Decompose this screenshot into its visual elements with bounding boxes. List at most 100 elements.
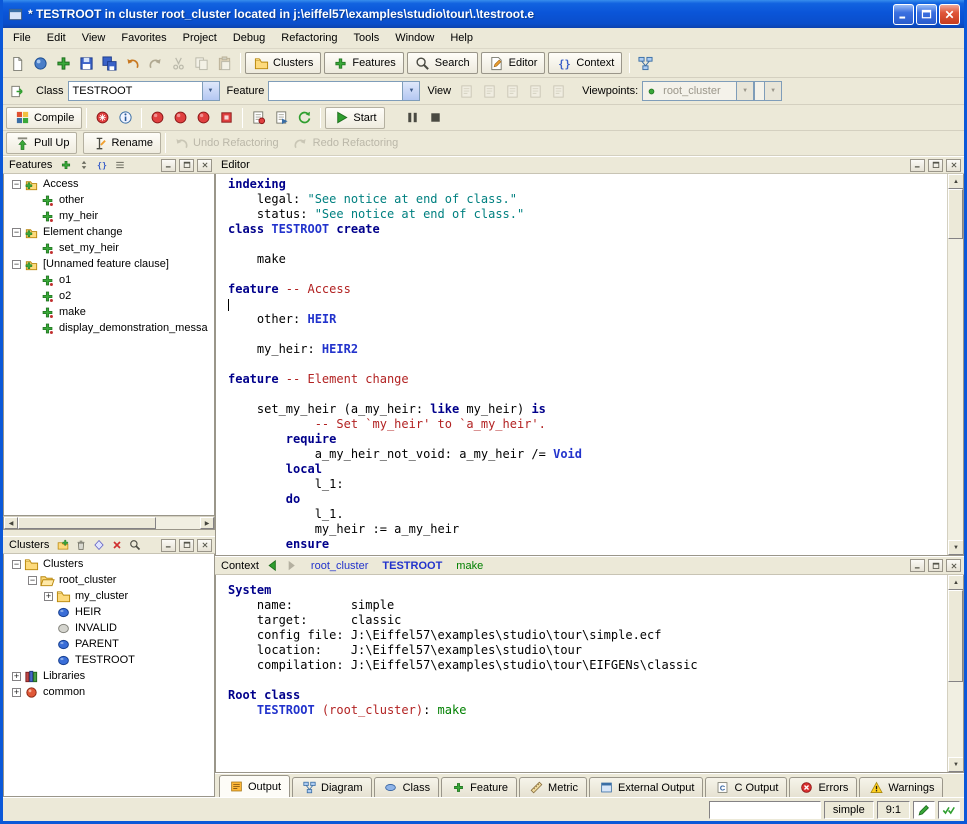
tree-item-o1[interactable]: o1 bbox=[4, 272, 214, 288]
tree-item-make[interactable]: make bbox=[4, 304, 214, 320]
features-close-button[interactable] bbox=[197, 159, 212, 172]
scroll-thumb[interactable] bbox=[948, 189, 963, 239]
scroll-down-button[interactable]: ▼ bbox=[948, 540, 964, 555]
compile-button[interactable]: Compile bbox=[6, 107, 82, 129]
scroll-up-button[interactable]: ▲ bbox=[948, 174, 964, 189]
add-cluster-icon[interactable] bbox=[55, 537, 71, 553]
tab-diagram[interactable]: Diagram bbox=[292, 777, 372, 797]
undo-button[interactable] bbox=[121, 52, 144, 74]
tab-errors[interactable]: Errors bbox=[789, 777, 857, 797]
menu-tools[interactable]: Tools bbox=[346, 30, 388, 46]
menu-file[interactable]: File bbox=[5, 30, 39, 46]
breadcrumb-class[interactable]: TESTROOT bbox=[382, 560, 442, 572]
refresh-button[interactable] bbox=[293, 107, 316, 129]
tab-output[interactable]: Output bbox=[219, 775, 290, 797]
viewpoint-value-combobox[interactable]: ▼ bbox=[754, 81, 782, 101]
scroll-thumb[interactable] bbox=[18, 517, 156, 529]
context-close-button[interactable] bbox=[946, 559, 961, 572]
menu-window[interactable]: Window bbox=[387, 30, 442, 46]
feature-list-icon[interactable] bbox=[112, 157, 128, 173]
search-icon[interactable] bbox=[127, 537, 143, 553]
tree-item-testroot[interactable]: TESTROOT bbox=[4, 652, 214, 668]
scroll-track[interactable] bbox=[948, 189, 963, 540]
tree-expander[interactable]: − bbox=[12, 228, 21, 237]
context-output-area[interactable]: System name: simple target: classic conf… bbox=[216, 575, 947, 772]
context-minimize-button[interactable] bbox=[910, 559, 925, 572]
tree-item-unnamed-feature-clause[interactable]: −[Unnamed feature clause] bbox=[4, 256, 214, 272]
viewpoints-combobox[interactable]: root_cluster ▼ bbox=[642, 81, 754, 101]
context-vertical-scrollbar[interactable]: ▲ ▼ bbox=[947, 575, 963, 772]
context-toggle-button[interactable]: {}Context bbox=[548, 52, 622, 74]
scroll-up-button[interactable]: ▲ bbox=[948, 575, 964, 590]
breadcrumb-feature[interactable]: make bbox=[456, 560, 483, 572]
class-tool-button[interactable] bbox=[6, 80, 29, 102]
tab-warnings[interactable]: Warnings bbox=[859, 777, 943, 797]
tree-item-common[interactable]: +common bbox=[4, 684, 214, 700]
clusters-close-button[interactable] bbox=[197, 539, 212, 552]
features-horizontal-scrollbar[interactable]: ◀ ▶ bbox=[3, 516, 215, 530]
tree-expander[interactable]: − bbox=[12, 180, 21, 189]
stop-button[interactable] bbox=[424, 107, 447, 129]
search-toggle-button[interactable]: Search bbox=[407, 52, 478, 74]
tree-item-invalid[interactable]: INVALID bbox=[4, 620, 214, 636]
paste-button[interactable] bbox=[213, 52, 236, 74]
cut-button[interactable] bbox=[167, 52, 190, 74]
editor-toggle-button[interactable]: Editor bbox=[481, 52, 546, 74]
maximize-button[interactable] bbox=[916, 4, 937, 25]
tree-item-element-change[interactable]: −Element change bbox=[4, 224, 214, 240]
open-button[interactable] bbox=[29, 52, 52, 74]
new-document-button[interactable] bbox=[6, 52, 29, 74]
features-minimize-button[interactable] bbox=[161, 159, 176, 172]
save-all-button[interactable] bbox=[98, 52, 121, 74]
tree-expander[interactable]: + bbox=[12, 688, 21, 697]
tree-expander[interactable]: + bbox=[44, 592, 53, 601]
scroll-left-button[interactable]: ◀ bbox=[4, 517, 18, 529]
pull-up-button[interactable]: Pull Up bbox=[6, 132, 77, 154]
context-maximize-button[interactable] bbox=[928, 559, 943, 572]
diagram-tool-button[interactable] bbox=[634, 52, 657, 74]
tree-expander[interactable]: + bbox=[12, 672, 21, 681]
features-toggle-button[interactable]: Features bbox=[324, 52, 403, 74]
tree-item-my-heir[interactable]: my_heir bbox=[4, 208, 214, 224]
copy-button[interactable] bbox=[190, 52, 213, 74]
close-button[interactable] bbox=[939, 4, 960, 25]
melt-button[interactable] bbox=[146, 107, 169, 129]
undo-refactoring-button[interactable]: Undo Refactoring bbox=[170, 132, 282, 154]
tree-item-parent[interactable]: PARENT bbox=[4, 636, 214, 652]
tree-expander[interactable]: − bbox=[12, 560, 21, 569]
view-basic-button[interactable] bbox=[455, 80, 478, 102]
stop-build-button[interactable] bbox=[215, 107, 238, 129]
tree-item-root-cluster[interactable]: −root_cluster bbox=[4, 572, 214, 588]
tab-c-output[interactable]: CC Output bbox=[705, 777, 787, 797]
breakpoints-doc-button[interactable] bbox=[247, 107, 270, 129]
menu-edit[interactable]: Edit bbox=[39, 30, 74, 46]
save-button[interactable] bbox=[75, 52, 98, 74]
tree-item-heir[interactable]: HEIR bbox=[4, 604, 214, 620]
view-interface-button[interactable] bbox=[547, 80, 570, 102]
feature-clauses-icon[interactable]: {} bbox=[94, 157, 110, 173]
feature-combobox[interactable]: ▼ bbox=[268, 81, 420, 101]
tree-item-o2[interactable]: o2 bbox=[4, 288, 214, 304]
menu-favorites[interactable]: Favorites bbox=[113, 30, 174, 46]
remove-icon[interactable] bbox=[109, 537, 125, 553]
history-back-button[interactable] bbox=[265, 558, 281, 574]
rename-button[interactable]: Rename bbox=[83, 132, 161, 154]
scroll-track[interactable] bbox=[948, 590, 963, 757]
breadcrumb-cluster[interactable]: root_cluster bbox=[311, 560, 368, 572]
class-combobox[interactable]: TESTROOT ▼ bbox=[68, 81, 220, 101]
clusters-toggle-button[interactable]: Clusters bbox=[245, 52, 321, 74]
chevron-down-icon[interactable]: ▼ bbox=[202, 82, 219, 100]
scroll-thumb[interactable] bbox=[948, 590, 963, 682]
editable-status-icon[interactable] bbox=[913, 801, 935, 819]
quick-melt-button[interactable] bbox=[169, 107, 192, 129]
tree-expander[interactable]: − bbox=[12, 260, 21, 269]
tree-item-access[interactable]: −Access bbox=[4, 176, 214, 192]
menu-view[interactable]: View bbox=[74, 30, 114, 46]
pause-button[interactable] bbox=[401, 107, 424, 129]
tree-item-libraries[interactable]: +Libraries bbox=[4, 668, 214, 684]
tree-item-my-cluster[interactable]: +my_cluster bbox=[4, 588, 214, 604]
editor-minimize-button[interactable] bbox=[910, 159, 925, 172]
editor-maximize-button[interactable] bbox=[928, 159, 943, 172]
scroll-right-button[interactable]: ▶ bbox=[200, 517, 214, 529]
tree-item-set-my-heir[interactable]: set_my_heir bbox=[4, 240, 214, 256]
